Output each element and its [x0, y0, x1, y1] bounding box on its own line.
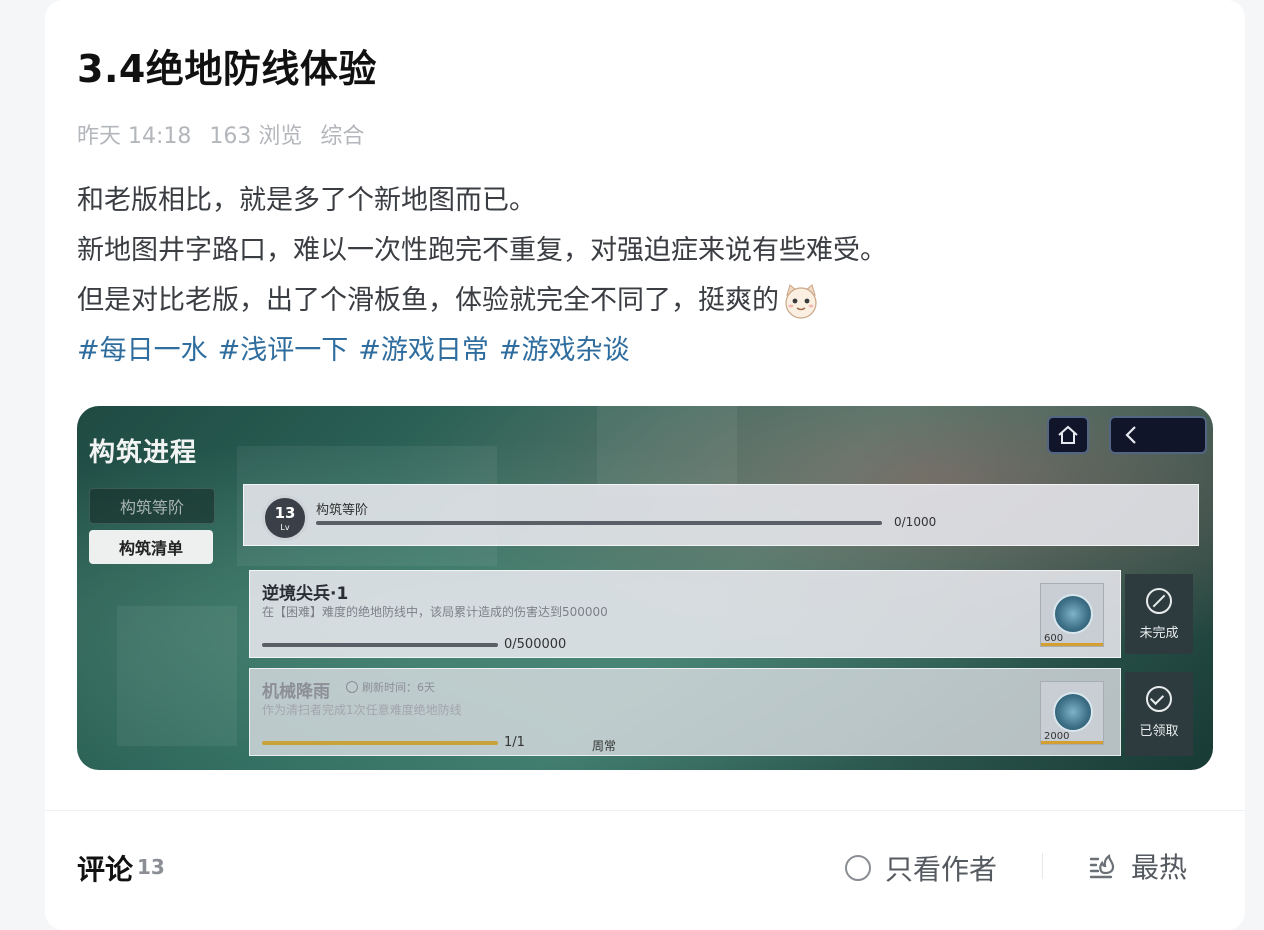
level-label: 构筑等阶 [316, 503, 369, 518]
task-desc: 作为清扫者完成1次任意难度绝地防线 [262, 703, 462, 717]
comments-label: 评论 [77, 853, 134, 886]
bg-block [117, 606, 237, 746]
task-type: 周常 [592, 739, 617, 753]
task-desc: 在【困难】难度的绝地防线中，该局累计造成的伤害达到500000 [262, 605, 608, 619]
not-done-icon [1146, 588, 1172, 614]
reward-underline [1041, 643, 1103, 646]
sort-hot-label: 最热 [1131, 851, 1188, 884]
bg-block [597, 406, 737, 496]
task-status-label: 未完成 [1139, 626, 1179, 641]
post-meta: 昨天 14:18 163 浏览 综合 [77, 118, 364, 150]
post-tags: #每日一水 #浅评一下 #游戏日常 #游戏杂谈 [77, 326, 887, 376]
home-icon [1058, 425, 1078, 444]
footer-separator [1042, 853, 1043, 879]
post-title: 3.4绝地防线体验 [77, 47, 377, 91]
tag-link[interactable]: #每日一水 [77, 326, 208, 376]
tag-link[interactable]: #游戏杂谈 [499, 326, 630, 376]
body-line-1: 和老版相比，就是多了个新地图而已。 [77, 185, 536, 216]
post-views: 163 浏览 [209, 124, 303, 149]
task-progress-bar [262, 643, 498, 647]
post-time: 昨天 14:18 [77, 124, 192, 149]
build-level-panel: 13 Lv 构筑等阶 0/1000 [243, 484, 1199, 546]
level-sub: Lv [280, 523, 290, 532]
task-status[interactable]: 已领取 [1125, 672, 1193, 756]
game-tab-build-list[interactable]: 构筑清单 [89, 530, 213, 564]
task-name: 机械降雨 [262, 682, 330, 702]
cat-face-emoji-icon [781, 281, 821, 321]
comments-count: 13 [137, 855, 165, 879]
section-divider [45, 810, 1245, 811]
task-card: 机械降雨 刷新时间：6天 作为清扫者完成1次任意难度绝地防线 1/1 周常 20… [249, 668, 1121, 756]
tag-link[interactable]: #游戏日常 [358, 326, 489, 376]
hot-sort-icon [1089, 853, 1115, 879]
post-image[interactable]: 构筑进程 构筑等阶 构筑清单 13 Lv 构筑等阶 0/1000 逆境尖兵·1 [77, 406, 1213, 770]
task-progress-bar [262, 741, 498, 745]
level-progress-bar [316, 521, 882, 525]
task-progress-text: 0/500000 [504, 637, 567, 652]
task-status-label: 已领取 [1139, 724, 1179, 739]
back-arrow-icon [1125, 426, 1136, 444]
task-progress-text: 1/1 [504, 735, 525, 750]
body-line-2: 新地图井字路口，难以一次性跑完不重复，对强迫症来说有些难受。 [77, 235, 887, 266]
sort-hot-button[interactable]: 最热 [1087, 846, 1187, 886]
claimed-check-icon [1146, 686, 1172, 712]
only-author-toggle[interactable]: 只看作者 [845, 848, 997, 888]
game-home-button[interactable] [1047, 416, 1089, 454]
task-refresh: 刷新时间：6天 [346, 679, 435, 695]
reward-coin-icon [1053, 594, 1093, 634]
task-refresh-text: 刷新时间：6天 [362, 681, 435, 694]
reward-item: 2000 [1040, 681, 1104, 745]
task-status[interactable]: 未完成 [1125, 574, 1193, 654]
body-line-3: 但是对比老版，出了个滑板鱼，体验就完全不同了，挺爽的 [77, 276, 887, 326]
body-line-3-text: 但是对比老版，出了个滑板鱼，体验就完全不同了，挺爽的 [77, 285, 779, 316]
level-number: 13 [274, 504, 296, 522]
tag-link[interactable]: #浅评一下 [218, 326, 349, 376]
game-tab-build-level[interactable]: 构筑等阶 [89, 488, 215, 524]
post-card: 3.4绝地防线体验 昨天 14:18 163 浏览 综合 和老版相比，就是多了个… [45, 0, 1245, 930]
game-screen-title: 构筑进程 [89, 438, 198, 468]
post-category[interactable]: 综合 [320, 118, 364, 150]
reward-item: 600 [1040, 583, 1104, 647]
level-badge: 13 Lv [262, 495, 308, 541]
post-body: 和老版相比，就是多了个新地图而已。 新地图井字路口，难以一次性跑完不重复，对强迫… [77, 176, 887, 376]
level-progress-text: 0/1000 [894, 515, 937, 529]
task-card: 逆境尖兵·1 在【困难】难度的绝地防线中，该局累计造成的伤害达到500000 0… [249, 570, 1121, 658]
task-name: 逆境尖兵·1 [262, 584, 349, 604]
clock-icon [346, 681, 358, 693]
only-author-label: 只看作者 [885, 853, 998, 886]
radio-icon [845, 855, 871, 881]
reward-coin-icon [1053, 692, 1093, 732]
reward-underline [1041, 741, 1103, 744]
game-back-button[interactable] [1109, 416, 1207, 454]
